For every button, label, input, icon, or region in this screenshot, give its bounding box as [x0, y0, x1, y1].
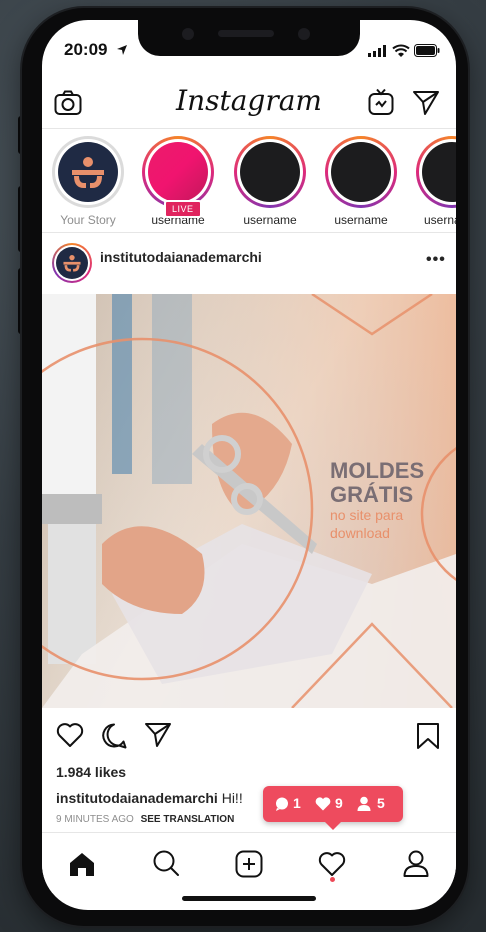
story-label: username	[243, 213, 297, 227]
location-arrow-icon	[117, 45, 127, 55]
story-item[interactable]: userna	[416, 136, 456, 227]
story-your-story[interactable]: Your Story	[52, 136, 124, 227]
activity-notification[interactable]: 1 9 5	[263, 786, 403, 830]
story-item[interactable]: username	[325, 136, 397, 227]
activity-icon[interactable]	[318, 851, 346, 877]
avatar	[331, 142, 391, 202]
add-icon[interactable]	[235, 850, 263, 878]
likes-count[interactable]: 1.984 likes	[56, 764, 126, 780]
story-live[interactable]: LIVE username	[142, 136, 214, 227]
avatar	[240, 142, 300, 202]
post-header: institutodaianademarchi •••	[42, 233, 456, 293]
share-icon[interactable]	[144, 722, 172, 748]
post-username[interactable]: institutodaianademarchi	[100, 249, 262, 265]
story-ring	[416, 136, 456, 208]
speaker	[218, 30, 274, 37]
stories-tray: Your Story LIVE username username userna…	[42, 128, 456, 233]
caption-username[interactable]: institutodaianademarchi	[56, 790, 218, 806]
story-label: Your Story	[60, 213, 116, 227]
brand-logo-icon	[72, 157, 104, 188]
activity-indicator-dot	[330, 877, 335, 882]
post-avatar[interactable]	[52, 243, 92, 283]
brand-logo-icon	[63, 255, 81, 272]
bookmark-icon[interactable]	[416, 722, 440, 750]
avatar	[148, 142, 208, 202]
see-translation-link[interactable]: SEE TRANSLATION	[141, 814, 235, 825]
story-item[interactable]: username	[234, 136, 306, 227]
home-indicator[interactable]	[182, 896, 316, 901]
post-headline-line2: GRÁTIS	[330, 482, 413, 507]
story-ring	[52, 136, 124, 208]
wifi-icon	[392, 44, 410, 57]
igtv-icon[interactable]	[368, 88, 394, 116]
post-subline-line1: no site para	[330, 507, 403, 523]
post-caption: institutodaianademarchi Hi!!	[56, 790, 243, 806]
story-label: userna	[424, 213, 456, 227]
more-options-icon[interactable]: •••	[426, 251, 446, 269]
comment-bubble-icon	[276, 797, 288, 811]
caption-text: Hi!!	[221, 790, 243, 806]
post-headline-line1: MOLDES	[330, 458, 424, 483]
avatar	[56, 247, 88, 279]
notification-comments-count: 1	[293, 795, 301, 811]
comment-icon[interactable]	[100, 722, 128, 750]
story-ring	[325, 136, 397, 208]
front-camera	[182, 28, 194, 40]
story-ring	[234, 136, 306, 208]
avatar	[58, 142, 118, 202]
notification-likes-count: 9	[335, 795, 343, 811]
profile-icon[interactable]	[402, 849, 430, 877]
notification-followers-count: 5	[377, 795, 385, 811]
search-icon[interactable]	[152, 849, 180, 877]
post-time: 9 MINUTES AGO	[56, 814, 134, 825]
phone-screen: 20:09 Instagram Your Story LIVE username…	[42, 20, 456, 910]
heart-icon[interactable]	[56, 722, 84, 748]
signal-icon	[368, 45, 386, 57]
heart-filled-icon	[315, 797, 331, 811]
bottom-tab-bar	[42, 832, 456, 893]
home-icon[interactable]	[68, 851, 96, 877]
battery-icon	[414, 44, 440, 57]
face-id-sensor	[298, 28, 310, 40]
post-subline-line2: download	[330, 525, 390, 541]
post-image[interactable]: MOLDES GRÁTIS no site para download	[42, 294, 456, 708]
post-actions	[42, 710, 456, 760]
direct-icon[interactable]	[412, 90, 440, 116]
live-badge: LIVE	[164, 200, 202, 218]
top-navigation: Instagram	[42, 78, 456, 129]
status-time: 20:09	[64, 40, 108, 59]
notch	[138, 20, 360, 56]
story-ring: LIVE	[142, 136, 214, 218]
person-icon	[357, 796, 371, 811]
post-meta: 9 MINUTES AGO SEE TRANSLATION	[56, 814, 234, 825]
story-label: username	[334, 213, 388, 227]
post-illustration: MOLDES GRÁTIS no site para download	[42, 294, 456, 708]
